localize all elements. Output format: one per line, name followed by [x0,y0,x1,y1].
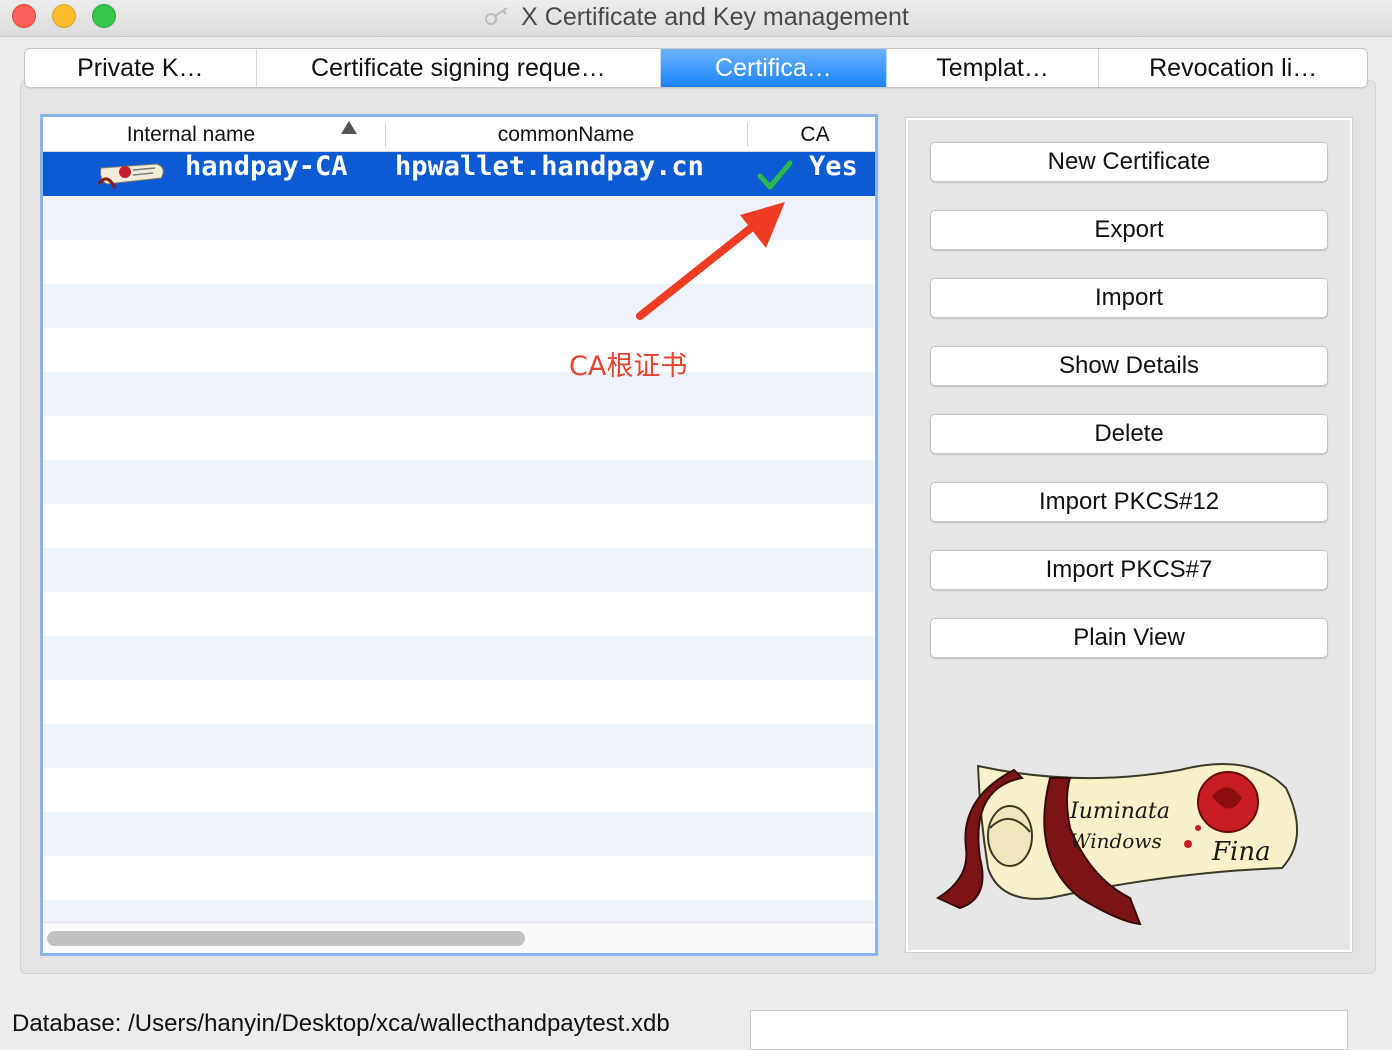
delete-button[interactable]: Delete [930,414,1328,454]
show-details-button[interactable]: Show Details [930,346,1328,386]
tab-bar: Private K… Certificate signing reque… Ce… [24,48,1368,88]
tab-revocation-lists[interactable]: Revocation li… [1099,49,1367,87]
empty-row [43,812,875,856]
list-rows: handpay-CA hpwallet.handpay.cn Yes [43,152,875,944]
key-icon [485,7,508,25]
empty-row [43,372,875,416]
empty-row [43,284,875,328]
plain-view-button[interactable]: Plain View [930,618,1328,658]
tab-certificates[interactable]: Certifica… [661,49,887,87]
table-row[interactable]: handpay-CA hpwallet.handpay.cn Yes [43,152,875,196]
empty-row [43,504,875,548]
column-header-common-name[interactable]: commonName [385,117,747,151]
empty-row [43,196,875,240]
logo-text-line2: Windows [1070,829,1162,853]
scrollbar-thumb[interactable] [47,931,525,946]
window-title-area: X Certificate and Key management [0,3,1392,32]
cell-common-name: hpwallet.handpay.cn [395,151,704,182]
empty-row [43,240,875,284]
certificate-scroll-logo: Iuminata Windows Fina [935,763,1298,926]
new-certificate-button[interactable]: New Certificate [930,142,1328,182]
empty-row [43,636,875,680]
empty-row [43,460,875,504]
empty-row [43,416,875,460]
certificate-icon [97,163,164,189]
import-pkcs12-button[interactable]: Import PKCS#12 [930,482,1328,522]
certificate-list[interactable]: Internal name commonName CA handpay-CA h… [40,114,878,956]
empty-row [43,548,875,592]
empty-row [43,680,875,724]
list-header: Internal name commonName CA [43,117,875,152]
empty-row [43,328,875,372]
import-button[interactable]: Import [930,278,1328,318]
empty-row [43,856,875,900]
title-bar: X Certificate and Key management [0,0,1392,37]
tab-certificate-signing-requests[interactable]: Certificate signing reque… [257,49,662,87]
database-path-label: Database: /Users/hanyin/Desktop/xca/wall… [12,1010,670,1037]
import-pkcs7-button[interactable]: Import PKCS#7 [930,550,1328,590]
logo-text-line3: Fina [1211,837,1271,867]
tab-private-keys[interactable]: Private K… [25,49,257,87]
tab-templates[interactable]: Templat… [887,49,1100,87]
checkmark-icon [757,160,793,190]
empty-row [43,768,875,812]
column-header-internal-name[interactable]: Internal name [43,117,339,151]
column-header-ca[interactable]: CA [747,117,875,151]
cell-ca: Yes [809,151,858,182]
empty-row [43,592,875,636]
empty-row [43,724,875,768]
status-field [750,1010,1348,1050]
logo-text-line1: Iuminata [1069,799,1170,824]
cell-internal-name: handpay-CA [185,151,348,182]
window-title: X Certificate and Key management [521,3,909,31]
export-button[interactable]: Export [930,210,1328,250]
horizontal-scrollbar[interactable] [43,922,875,953]
sort-ascending-icon [341,121,357,134]
annotation-label: CA根证书 [569,351,688,382]
